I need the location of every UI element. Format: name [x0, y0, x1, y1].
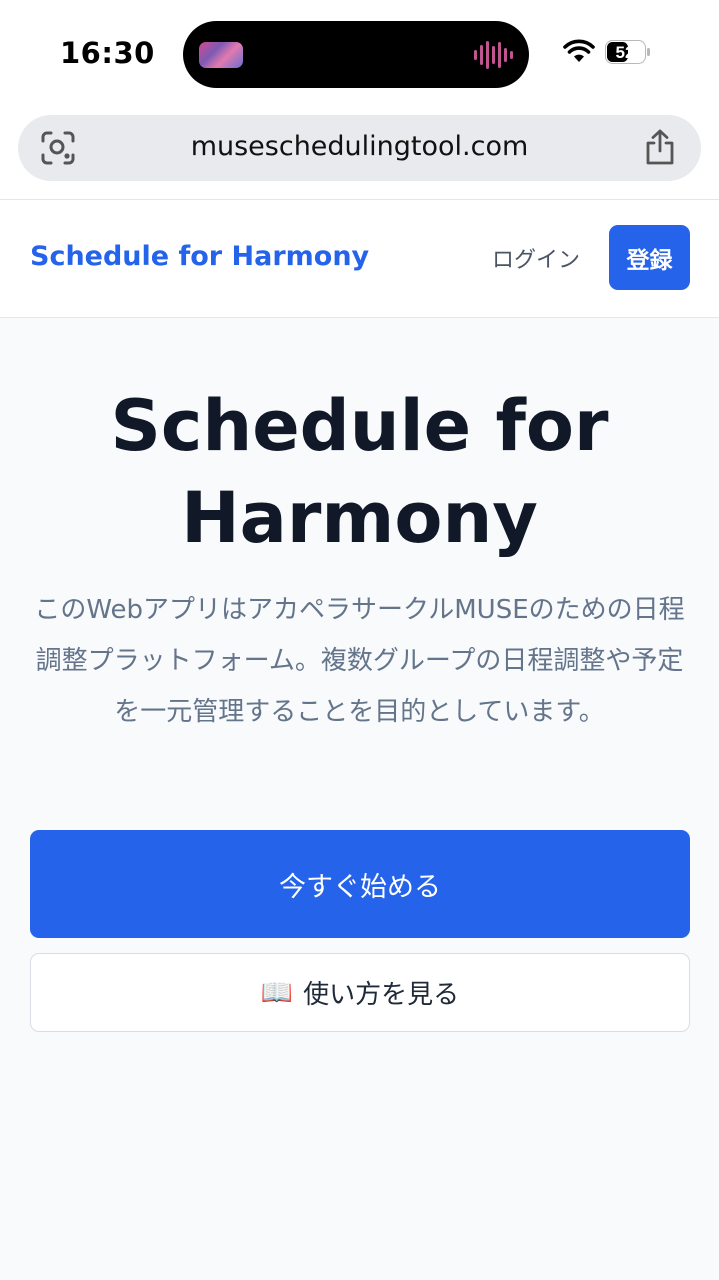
how-to-use-button[interactable]: 📖 使い方を見る — [30, 953, 690, 1032]
site-header: Schedule for Harmony ログイン 登録 — [0, 200, 719, 318]
browser-toolbar: museschedulingtool.com — [0, 105, 719, 200]
address-bar[interactable]: museschedulingtool.com — [18, 115, 701, 181]
now-playing-artwork — [199, 42, 243, 68]
login-link[interactable]: ログイン — [492, 242, 580, 274]
hero-description: このWebアプリはアカペラサークルMUSEのための日程調整プラットフォーム。複数… — [34, 595, 685, 727]
battery-icon: 52 — [605, 40, 651, 64]
hero-title: Schedule for Harmony — [110, 385, 609, 559]
share-icon[interactable] — [643, 128, 677, 166]
register-button[interactable]: 登録 — [609, 225, 690, 290]
get-started-button[interactable]: 今すぐ始める — [30, 830, 690, 938]
battery-level: 52 — [616, 43, 635, 62]
brand-logo-link[interactable]: Schedule for Harmony — [30, 241, 369, 272]
how-to-use-label: 使い方を見る — [303, 980, 460, 1010]
wifi-icon — [563, 39, 595, 62]
audio-waveform-icon — [474, 41, 513, 69]
dynamic-island[interactable] — [183, 21, 529, 88]
status-time: 16:30 — [60, 36, 155, 70]
book-icon: 📖 — [260, 977, 294, 1008]
status-bar: 16:30 52 — [0, 0, 719, 105]
url-text[interactable]: museschedulingtool.com — [18, 131, 701, 162]
